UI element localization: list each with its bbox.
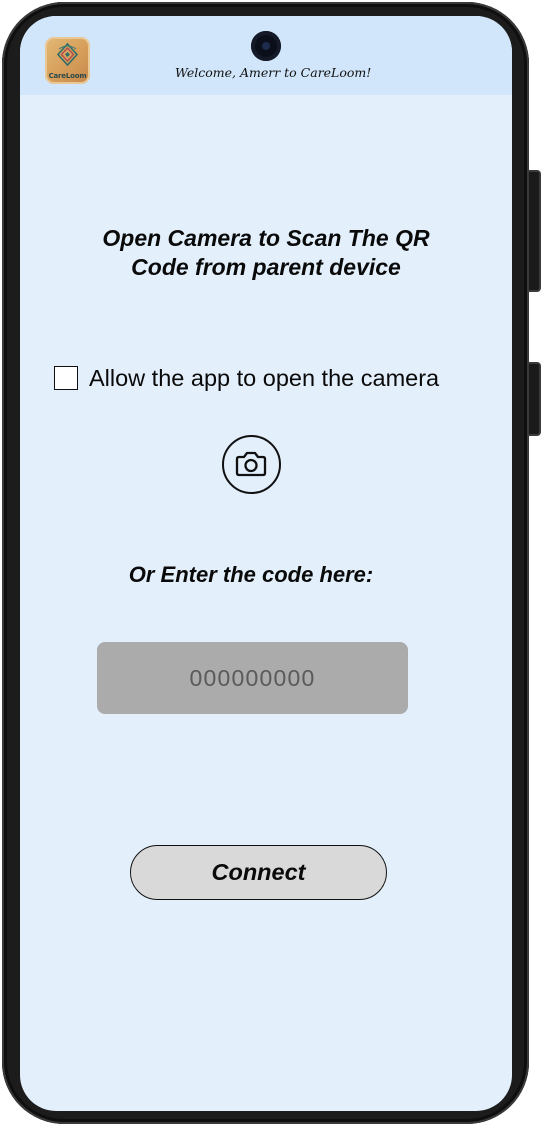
connect-button[interactable]: Connect bbox=[130, 845, 387, 900]
app-screen: CareLoom Welcome, Amerr to CareLoom! Ope… bbox=[20, 16, 512, 1111]
power-button bbox=[529, 362, 541, 436]
camera-consent-label: Allow the app to open the camera bbox=[89, 364, 440, 391]
logo-text: CareLoom bbox=[48, 72, 87, 80]
enter-code-label: Or Enter the code here: bbox=[128, 562, 374, 587]
volume-button bbox=[529, 170, 541, 292]
pairing-code-input[interactable] bbox=[97, 642, 408, 714]
phone-frame: CareLoom Welcome, Amerr to CareLoom! Ope… bbox=[0, 0, 541, 1128]
scan-instruction-title: Open Camera to Scan The QR Code from par… bbox=[102, 225, 430, 280]
app-header: CareLoom Welcome, Amerr to CareLoom! bbox=[20, 16, 512, 95]
camera-consent-row[interactable]: Allow the app to open the camera bbox=[54, 364, 439, 392]
welcome-message: Welcome, Amerr to CareLoom! bbox=[175, 65, 372, 80]
camera-icon bbox=[235, 451, 267, 477]
front-camera bbox=[251, 31, 281, 61]
camera-consent-checkbox[interactable] bbox=[54, 366, 78, 390]
open-camera-button[interactable] bbox=[222, 435, 281, 494]
careloom-logo: CareLoom bbox=[45, 37, 90, 84]
careloom-logo-icon bbox=[56, 42, 79, 67]
